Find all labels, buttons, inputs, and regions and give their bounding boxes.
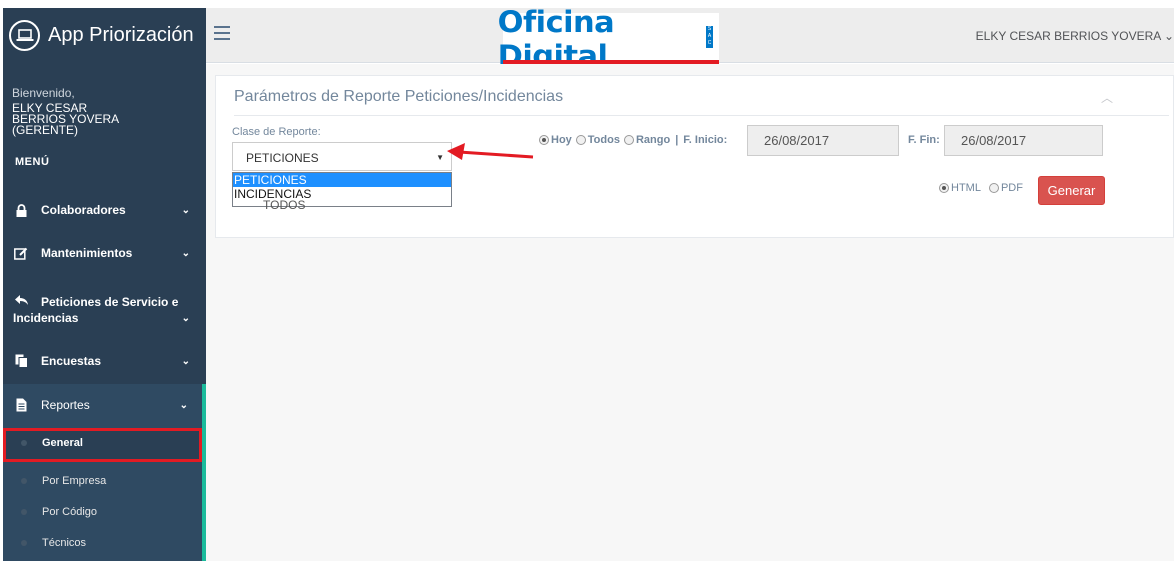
main-content: Parámetros de Reporte Peticiones/Inciden… bbox=[206, 64, 1174, 561]
bullet-icon bbox=[21, 540, 27, 546]
generate-button[interactable]: Generar bbox=[1038, 176, 1105, 205]
radio-html-label: HTML bbox=[951, 182, 981, 194]
menu-title: MENÚ bbox=[15, 156, 50, 168]
f-inicio-input[interactable]: 26/08/2017 bbox=[747, 125, 899, 156]
edit-icon bbox=[13, 246, 29, 260]
chevron-down-icon: ⌄ bbox=[181, 247, 190, 259]
radio-hoy[interactable] bbox=[539, 135, 549, 145]
user-role: (GERENTE) bbox=[12, 123, 78, 137]
bullet-icon bbox=[21, 478, 27, 484]
logo-sac: SAC bbox=[706, 26, 713, 48]
radio-html[interactable] bbox=[939, 183, 949, 193]
radio-pdf[interactable] bbox=[988, 183, 999, 193]
sidebar-item-label: Mantenimientos bbox=[41, 246, 133, 260]
sidebar-item-label: Encuestas bbox=[41, 354, 102, 368]
sidebar-item-label: Reportes bbox=[41, 398, 90, 412]
file-text-icon bbox=[13, 398, 29, 412]
reply-icon bbox=[13, 293, 29, 307]
format-radio-group: HTML PDF bbox=[939, 182, 1023, 194]
radio-todos[interactable] bbox=[575, 135, 586, 145]
sidebar-item-encuestas[interactable]: Encuestas ⌄ bbox=[3, 351, 206, 371]
user-menu[interactable]: ELKY CESAR BERRIOS YOVERA ⌄ bbox=[976, 29, 1174, 43]
submenu-item-tecnicos[interactable]: Técnicos bbox=[3, 528, 202, 558]
chevron-down-icon: ⌄ bbox=[181, 313, 190, 324]
f-fin-input[interactable]: 26/08/2017 bbox=[944, 125, 1103, 156]
f-fin-label: F. Fin: bbox=[908, 134, 940, 146]
top-navbar: Oficina Digital SAC ELKY CESAR BERRIOS Y… bbox=[206, 5, 1174, 73]
panel-divider bbox=[234, 115, 1169, 116]
sidebar-item-colaboradores[interactable]: Colaboradores ⌄ bbox=[3, 200, 206, 220]
dropdown-option-incidencias[interactable]: INCIDENCIAS bbox=[233, 187, 451, 201]
sidebar-item-mantenimientos[interactable]: Mantenimientos ⌄ bbox=[3, 243, 206, 263]
radio-rango-label: Rango bbox=[635, 134, 671, 146]
sidebar: App Priorización Bienvenido, ELKY CESAR … bbox=[3, 8, 206, 561]
sidebar-item-label-line1: Peticiones de Servicio e bbox=[41, 295, 179, 309]
panel-title: Parámetros de Reporte Peticiones/Inciden… bbox=[234, 88, 564, 105]
chevron-down-icon: ⌄ bbox=[181, 204, 190, 216]
brand[interactable]: App Priorización bbox=[3, 8, 206, 62]
app-root: App Priorización Bienvenido, ELKY CESAR … bbox=[0, 0, 1174, 561]
submenu-item-general[interactable]: General bbox=[3, 428, 202, 462]
company-logo: Oficina Digital SAC bbox=[498, 5, 719, 73]
submenu-item-label: Por Empresa bbox=[42, 475, 107, 487]
chevron-down-icon: ⌄ bbox=[179, 399, 188, 411]
radio-rango[interactable] bbox=[623, 135, 634, 145]
radio-todos-label: Todos bbox=[587, 134, 620, 146]
welcome-block: Bienvenido, ELKY CESAR BERRIOS YOVERA (G… bbox=[3, 62, 206, 136]
brand-title: App Priorización bbox=[48, 23, 194, 46]
sidebar-item-label: Colaboradores bbox=[41, 203, 126, 217]
bullet-icon bbox=[21, 440, 27, 446]
lock-icon bbox=[13, 203, 29, 217]
copy-icon bbox=[13, 354, 29, 368]
report-params-panel: Parámetros de Reporte Peticiones/Inciden… bbox=[215, 75, 1174, 238]
clase-reporte-label: Clase de Reporte: bbox=[232, 126, 321, 138]
radio-hoy-label: Hoy bbox=[551, 134, 572, 146]
select-value: PETICIONES bbox=[246, 151, 319, 165]
sidebar-item-reportes[interactable]: Reportes ⌄ bbox=[3, 395, 202, 415]
sidebar-item-peticiones[interactable]: Peticiones de Servicio e Incidencias ⌄ bbox=[3, 291, 206, 331]
dropdown-option-peticiones[interactable]: PETICIONES bbox=[233, 173, 451, 187]
radio-pdf-label: PDF bbox=[1000, 182, 1023, 194]
submenu-item-label: Por Código bbox=[42, 506, 98, 518]
reportes-section: Reportes ⌄ General Por Empresa Por Códig… bbox=[3, 384, 206, 561]
sidebar-item-label-line2: Incidencias bbox=[13, 311, 79, 325]
caret-down-icon: ▼ bbox=[436, 153, 444, 162]
chevron-up-icon[interactable]: ︿ bbox=[1101, 89, 1113, 106]
clase-reporte-select[interactable]: PETICIONES ▼ bbox=[232, 142, 452, 171]
laptop-icon bbox=[9, 19, 40, 51]
submenu-item-label: Técnicos bbox=[42, 537, 87, 549]
welcome-label: Bienvenido, bbox=[12, 86, 75, 100]
submenu-item-label: General bbox=[42, 437, 83, 449]
submenu-item-por-codigo[interactable]: Por Código bbox=[3, 497, 202, 527]
bullet-icon bbox=[21, 509, 27, 515]
annotation-arrow-icon bbox=[447, 143, 534, 160]
separator: | bbox=[675, 134, 679, 146]
chevron-down-icon: ⌄ bbox=[181, 355, 190, 367]
submenu-item-por-empresa[interactable]: Por Empresa bbox=[3, 466, 202, 496]
f-inicio-label: F. Inicio: bbox=[683, 134, 728, 146]
clase-reporte-dropdown: TODOS PETICIONES INCIDENCIAS bbox=[232, 172, 452, 212]
menu-toggle-icon[interactable] bbox=[214, 26, 230, 40]
period-radio-group: Hoy Todos Rango | F. Inicio: bbox=[539, 134, 727, 146]
